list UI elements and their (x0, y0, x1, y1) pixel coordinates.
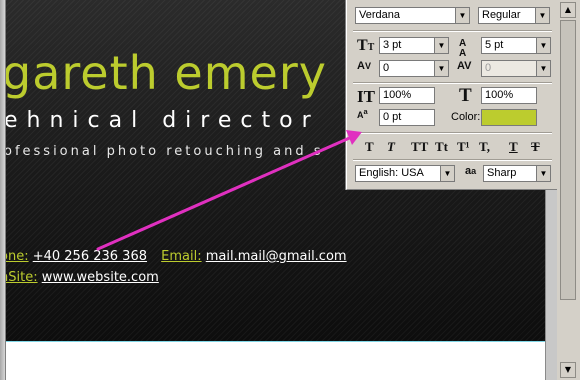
vertical-scrollbar[interactable]: ▲ ▼ (557, 0, 580, 380)
leading-icon: AA (459, 38, 467, 59)
chevron-down-icon[interactable]: ▼ (434, 61, 448, 76)
language-dropdown[interactable]: English: USA ▼ (355, 165, 455, 182)
vertical-scale-field[interactable]: 100% (379, 87, 435, 104)
job-title-text: ehnical director (6, 108, 320, 133)
phone-value[interactable]: +40 256 236 368 (33, 249, 147, 264)
font-size-dropdown[interactable]: 3 pt ▼ (379, 37, 449, 54)
faux-italic-button[interactable]: T (387, 140, 395, 153)
color-label: Color: (451, 111, 481, 123)
scrollbar-thumb[interactable] (560, 20, 576, 300)
contact-line-phone-email: one: +40 256 236 368 Email: mail.mail@gm… (6, 250, 347, 263)
superscript-button[interactable]: T¹ (457, 140, 470, 153)
chevron-down-icon[interactable]: ▼ (536, 38, 550, 53)
baseline-shift-value: 0 pt (383, 111, 402, 123)
canvas-guide-line (6, 341, 545, 342)
tracking-dropdown[interactable]: 0 ▼ (481, 60, 551, 77)
name-heading: gareth emery (6, 46, 327, 100)
language-value: English: USA (359, 167, 424, 179)
leading-value: 5 pt (485, 39, 504, 51)
strikethrough-button[interactable]: T (531, 140, 540, 153)
text-color-swatch[interactable] (481, 109, 537, 126)
phone-label: one: (6, 249, 29, 264)
contact-line-website: nSite: www.website.com (6, 271, 159, 284)
leading-dropdown[interactable]: 5 pt ▼ (481, 37, 551, 54)
kerning-icon: AV (357, 60, 371, 72)
scroll-down-icon[interactable]: ▼ (560, 362, 576, 378)
chevron-down-icon[interactable]: ▼ (440, 166, 454, 181)
chevron-down-icon[interactable]: ▼ (536, 61, 550, 76)
all-caps-button[interactable]: TT (411, 140, 428, 153)
tagline-text: ofessional photo retouching and s (6, 144, 324, 159)
tracking-icon: AV (457, 60, 472, 72)
underline-button[interactable]: T (509, 140, 518, 153)
chevron-down-icon[interactable]: ▼ (434, 38, 448, 53)
antialias-value: Sharp (487, 167, 517, 179)
horizontal-scale-value: 100% (485, 89, 514, 101)
email-label: Email: (161, 249, 202, 264)
baseline-shift-icon: Aa (357, 107, 368, 120)
antialias-icon: aa (465, 165, 477, 177)
website-value[interactable]: www.website.com (42, 270, 159, 285)
baseline-shift-field[interactable]: 0 pt (379, 109, 435, 126)
panel-divider (353, 82, 552, 84)
antialias-dropdown[interactable]: Sharp ▼ (483, 165, 551, 182)
email-value[interactable]: mail.mail@gmail.com (206, 249, 347, 264)
kerning-value: 0 (383, 62, 390, 74)
character-panel: Verdana ▼ Regular ▼ TT 3 pt ▼ AA 5 pt ▼ … (346, 0, 557, 190)
scroll-up-icon[interactable]: ▲ (560, 2, 576, 18)
font-style-dropdown[interactable]: Regular ▼ (478, 7, 550, 24)
vertical-scale-icon: IT (357, 87, 375, 106)
chevron-down-icon[interactable]: ▼ (535, 8, 549, 23)
horizontal-scale-icon: T (459, 85, 472, 106)
font-size-icon: TT (357, 37, 375, 54)
panel-divider (353, 30, 552, 32)
panel-divider (353, 132, 552, 134)
photoshop-workspace: gareth emery ehnical director ofessional… (0, 0, 580, 380)
small-caps-button[interactable]: Tt (435, 140, 448, 153)
vertical-scale-value: 100% (383, 89, 412, 101)
font-size-value: 3 pt (383, 39, 402, 51)
panel-divider (353, 159, 552, 161)
antialias-label: a (471, 166, 477, 176)
font-family-dropdown[interactable]: Verdana ▼ (355, 7, 470, 24)
kerning-dropdown[interactable]: 0 ▼ (379, 60, 449, 77)
tracking-value: 0 (485, 62, 492, 74)
chevron-down-icon[interactable]: ▼ (536, 166, 550, 181)
horizontal-scale-field[interactable]: 100% (481, 87, 537, 104)
chevron-down-icon[interactable]: ▼ (455, 8, 469, 23)
subscript-button[interactable]: T, (479, 140, 490, 153)
website-label: nSite: (6, 270, 38, 285)
font-style-value: Regular (482, 9, 521, 21)
faux-bold-button[interactable]: T (365, 140, 374, 153)
font-family-value: Verdana (359, 9, 400, 21)
